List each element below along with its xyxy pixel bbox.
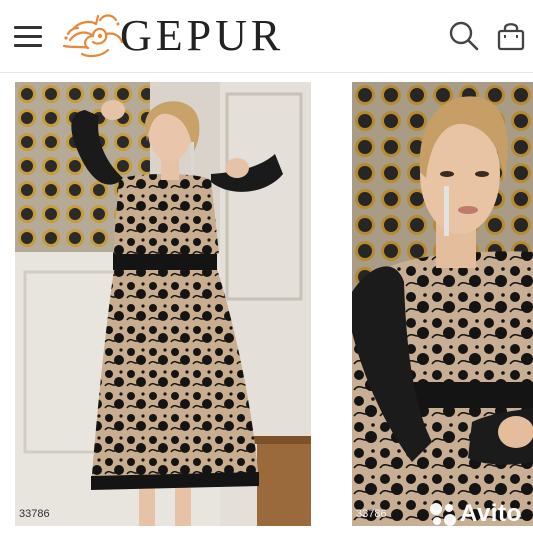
product-photo-closeup[interactable]: 33786 [352, 82, 533, 526]
brand-logo[interactable]: GEPUR [60, 10, 284, 62]
logo-swirl-icon [62, 14, 124, 58]
product-code: 33786 [356, 508, 387, 520]
product-code: 33786 [19, 508, 50, 520]
top-header: GEPUR [0, 0, 533, 73]
hamburger-menu-icon[interactable] [12, 20, 46, 50]
brand-name: GEPUR [120, 11, 285, 60]
shopping-bag-icon[interactable] [495, 20, 527, 52]
product-photo-full-length[interactable]: 33786 [15, 82, 311, 526]
model-full-length-image [15, 82, 311, 526]
avito-logo-icon [430, 503, 456, 526]
avito-watermark-text: Avito [460, 500, 522, 527]
search-icon[interactable] [448, 20, 480, 52]
avito-watermark: Avito [428, 500, 522, 528]
model-closeup-image [352, 82, 533, 526]
